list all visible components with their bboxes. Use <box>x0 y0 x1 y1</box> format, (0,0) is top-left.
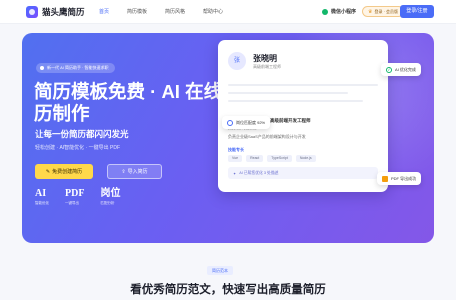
import-resume-button[interactable]: ⇪ 导入简历 <box>107 164 162 179</box>
stat-label: 匹配分析 <box>100 201 115 205</box>
hero-description: 轻松创建 · AI智能优化 · 一键导出 PDF <box>35 145 121 151</box>
site-logo[interactable]: 猫头鹰简历 <box>26 6 85 18</box>
hero-badge: 新一代 AI 简历助手 · 智能快速求职 <box>36 63 115 73</box>
stat-value: PDF <box>65 188 85 199</box>
stat-value: 岗位 <box>100 188 121 199</box>
logo-text: 猫头鹰简历 <box>42 7 85 17</box>
upload-icon: ⇪ <box>121 168 126 175</box>
plus-icon: ✎ <box>45 168 51 175</box>
resume-role: 高级前端工程师 <box>253 64 281 69</box>
stat-label: 智能优化 <box>35 201 49 205</box>
job-match-chip: 岗位匹配度 92% <box>222 116 271 129</box>
stat-label: 一键导出 <box>65 201 79 205</box>
top-header: 猫头鹰简历 首页 简历模板 简历风格 帮助中心 微信小程序 ♛ 登录 · 会员版… <box>0 0 456 24</box>
hero-badge-text: 新一代 AI 简历助手 · 智能快速求职 <box>47 65 109 70</box>
avatar: 张 <box>228 52 246 70</box>
nav-item-templates[interactable]: 简历模板 <box>118 0 156 24</box>
mini-program-label: 微信小程序 <box>331 9 357 15</box>
skills-title: 技能专长 <box>228 147 244 152</box>
resume-name: 张晓明 <box>253 54 277 63</box>
nav-item-help[interactable]: 帮助中心 <box>194 0 232 24</box>
skill-tag: Node.js <box>295 155 316 162</box>
document-icon <box>382 175 388 182</box>
pdf-export-label: PDF 导出成功 <box>391 175 417 181</box>
section-title: 看优秀简历范文，快速写出高质量简历 <box>130 284 326 296</box>
skills-list: Vue React TypeScript Node.js <box>228 155 316 162</box>
ai-hint-box: ✦ AI 已帮您优化 3 处描述 <box>228 167 378 179</box>
main-nav: 首页 简历模板 简历风格 帮助中心 <box>90 0 232 24</box>
stat-value: AI <box>35 188 47 199</box>
create-resume-label: 免费创建简历 <box>52 169 83 175</box>
import-resume-label: 导入简历 <box>127 169 148 175</box>
stat-pdf: PDF 一键导出 <box>65 188 84 206</box>
mini-program-link[interactable]: 微信小程序 <box>322 8 356 15</box>
create-resume-button[interactable]: ✎ 免费创建简历 <box>35 164 93 179</box>
skill-tag: React <box>246 155 264 162</box>
nav-item-home[interactable]: 首页 <box>90 0 118 24</box>
placeholder-line <box>228 92 348 94</box>
check-icon: ✓ <box>386 66 392 73</box>
ai-optimized-chip: ✓ AI 优化完成 <box>381 63 421 76</box>
placeholder-line <box>228 84 378 86</box>
job-match-label: 岗位匹配度 92% <box>236 119 266 125</box>
vip-badge[interactable]: ♛ 登录 · 会员版 <box>362 6 405 17</box>
stat-job: 岗位 匹配分析 <box>100 188 120 206</box>
login-button[interactable]: 登录/注册 <box>400 5 434 18</box>
hero-title: 简历模板免费 · AI 在线简历制作 <box>34 81 241 124</box>
sparkle-icon: ✦ <box>233 171 237 176</box>
resume-text: 负责企业级SaaS产品的前端架构设计与开发 <box>228 134 306 139</box>
target-icon <box>227 119 233 126</box>
skill-tag: Vue <box>228 155 243 162</box>
placeholder-line <box>228 100 363 102</box>
ai-hint-text: AI 已帮您优化 3 处描述 <box>239 170 279 175</box>
hero-subtitle: 让每一份简历都闪闪发光 <box>35 129 129 139</box>
section-badge: 简历范本 <box>207 266 233 275</box>
skill-tag: TypeScript <box>267 155 292 162</box>
nav-item-styles[interactable]: 简历风格 <box>156 0 194 24</box>
wechat-icon <box>322 8 328 15</box>
hero-stats: AI 智能优化 PDF 一键导出 岗位 匹配分析 <box>35 188 120 206</box>
stat-ai: AI 智能优化 <box>35 188 49 206</box>
resume-job-title: 高级前端开发工程师 <box>270 118 311 123</box>
vip-label: 登录 · 会员版 <box>374 8 399 14</box>
owl-logo-icon <box>26 6 38 18</box>
ai-optimized-label: AI 优化完成 <box>395 66 416 72</box>
crown-icon: ♛ <box>368 8 373 15</box>
pdf-export-chip: PDF 导出成功 <box>377 172 422 185</box>
sparkle-icon <box>40 66 44 70</box>
